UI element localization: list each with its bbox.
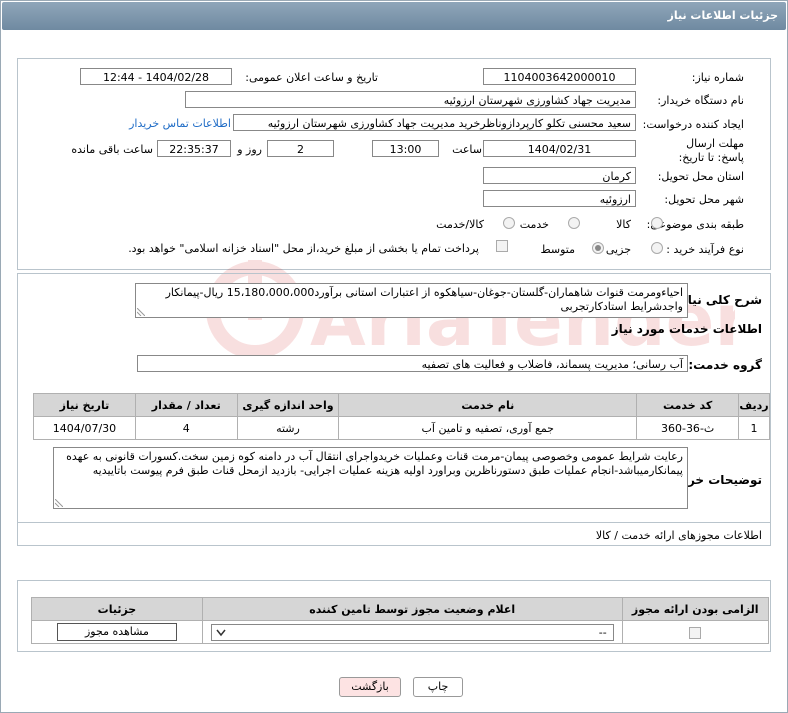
table-header-row: ردیف کد خدمت نام خدمت واحد اندازه گیری ت… — [33, 393, 770, 417]
col-qty-header: تعداد / مقدار — [134, 393, 238, 417]
col-date-header: تاریخ نیاز — [33, 393, 136, 417]
required-checkbox[interactable] — [689, 626, 702, 639]
creator-field: سعید محسنی تکلو کارپردازوناظرخرید مدیریت… — [233, 114, 636, 131]
creator-label: ایجاد کننده درخواست: — [642, 118, 744, 131]
remaining-time-field: 22:35:37 — [157, 140, 231, 157]
buyer-org-label: نام دستگاه خریدار: — [657, 94, 744, 107]
buyer-contact-link[interactable]: اطلاعات تماس خریدار — [129, 117, 231, 130]
page-title: جزئیات اطلاعات نیاز — [2, 2, 786, 30]
payment-checkbox[interactable] — [496, 240, 508, 252]
cell-status: -- — [201, 620, 623, 644]
permits-title: اطلاعات مجوزهای ارائه خدمت / کالا — [595, 529, 762, 542]
payment-note: پرداخت تمام یا بخشی از مبلغ خرید،از محل … — [128, 242, 479, 255]
need-info-panel — [17, 58, 771, 270]
province-field: کرمان — [483, 167, 636, 184]
buyer-org-field: مدیریت جهاد کشاورزی شهرستان ارزوئیه — [185, 91, 636, 108]
buyer-notes-textarea[interactable]: رعایت شرایط عمومی وخصوصی پیمان-مرمت قنات… — [53, 447, 688, 509]
cell-name: جمع آوری، تصفیه و تامین آب — [338, 416, 638, 440]
services-table: ردیف کد خدمت نام خدمت واحد اندازه گیری ت… — [33, 393, 770, 440]
province-label: استان محل تحویل: — [657, 170, 744, 183]
col-details-header: جزئیات — [31, 597, 203, 621]
table-header-row: الزامی بودن ارائه مجوز اعلام وضعیت مجوز … — [31, 597, 769, 621]
category-goods-radio[interactable] — [651, 217, 663, 229]
permit-status-select[interactable]: -- — [210, 623, 614, 641]
need-number-label: شماره نیاز: — [691, 71, 744, 84]
category-goods-service-label: کالا/خدمت — [436, 218, 484, 231]
cell-row: 1 — [738, 416, 770, 440]
buyer-notes-text: رعایت شرایط عمومی وخصوصی پیمان-مرمت قنات… — [66, 450, 683, 477]
back-button[interactable]: بازگشت — [339, 677, 401, 697]
resize-grip-icon — [55, 499, 63, 507]
services-title: اطلاعات خدمات مورد نیاز — [611, 322, 762, 336]
resize-grip-icon — [137, 308, 145, 316]
service-group-label: گروه خدمت: — [688, 358, 762, 372]
col-code-header: کد خدمت — [636, 393, 740, 417]
service-group-field: آب رسانی؛ مدیریت پسماند، فاضلاب و فعالیت… — [137, 355, 688, 372]
category-service-radio[interactable] — [568, 217, 580, 229]
category-goods-label: کالا — [616, 218, 631, 231]
cell-details: مشاهده مجوز — [31, 620, 203, 644]
category-service-label: خدمت — [519, 218, 549, 231]
process-partial-label: جزیی — [605, 243, 631, 256]
print-button[interactable]: چاپ — [413, 677, 463, 697]
days-label: روز و — [237, 143, 262, 156]
col-unit-header: واحد اندازه گیری — [236, 393, 340, 417]
announce-field: 1404/02/28 - 12:44 — [80, 68, 232, 85]
col-row-header: ردیف — [738, 393, 770, 417]
city-field: ارزوئیه — [483, 190, 636, 207]
process-label: نوع فرآیند خرید : — [666, 243, 744, 256]
process-partial-radio[interactable] — [651, 242, 663, 254]
cell-date: 1404/07/30 — [33, 416, 136, 440]
days-field: 2 — [267, 140, 334, 157]
process-medium-radio[interactable] — [592, 242, 604, 254]
summary-text: احیاءومرمت قنوات شاهماران-گلستان-جوغان-س… — [165, 286, 683, 313]
col-required-header: الزامی بودن ارائه مجوز — [621, 597, 769, 621]
deadline-time-field: 13:00 — [372, 140, 439, 157]
permits-table: الزامی بودن ارائه مجوز اعلام وضعیت مجوز … — [31, 597, 769, 644]
deadline-time-label: ساعت — [452, 143, 482, 156]
deadline-label: مهلت ارسال پاسخ: تا تاریخ: — [678, 137, 744, 164]
summary-textarea[interactable]: احیاءومرمت قنوات شاهماران-گلستان-جوغان-س… — [135, 283, 688, 318]
city-label: شهر محل تحویل: — [664, 193, 744, 206]
need-number-field: 1104003642000010 — [483, 68, 636, 85]
col-status-header: اعلام وضعیت مجوز توسط تامین کننده — [201, 597, 623, 621]
permit-status-value: -- — [598, 625, 607, 639]
cell-required — [621, 620, 769, 644]
cell-qty: 4 — [134, 416, 238, 440]
summary-label: شرح کلی نیاز: — [676, 293, 762, 307]
cell-unit: رشته — [236, 416, 340, 440]
remaining-label: ساعت باقی مانده — [71, 143, 153, 156]
cell-code: ث-36-360 — [636, 416, 740, 440]
category-goods-service-radio[interactable] — [503, 217, 515, 229]
chevron-down-icon — [216, 629, 226, 636]
view-permit-button[interactable]: مشاهده مجوز — [56, 623, 177, 641]
deadline-date-field: 1404/02/31 — [483, 140, 636, 157]
table-row: 1 ث-36-360 جمع آوری، تصفیه و تامین آب رش… — [33, 416, 770, 440]
table-row: -- مشاهده مجوز — [31, 620, 769, 644]
announce-label: تاریخ و ساعت اعلان عمومی: — [245, 71, 378, 84]
process-medium-label: متوسط — [540, 243, 575, 256]
col-name-header: نام خدمت — [338, 393, 638, 417]
